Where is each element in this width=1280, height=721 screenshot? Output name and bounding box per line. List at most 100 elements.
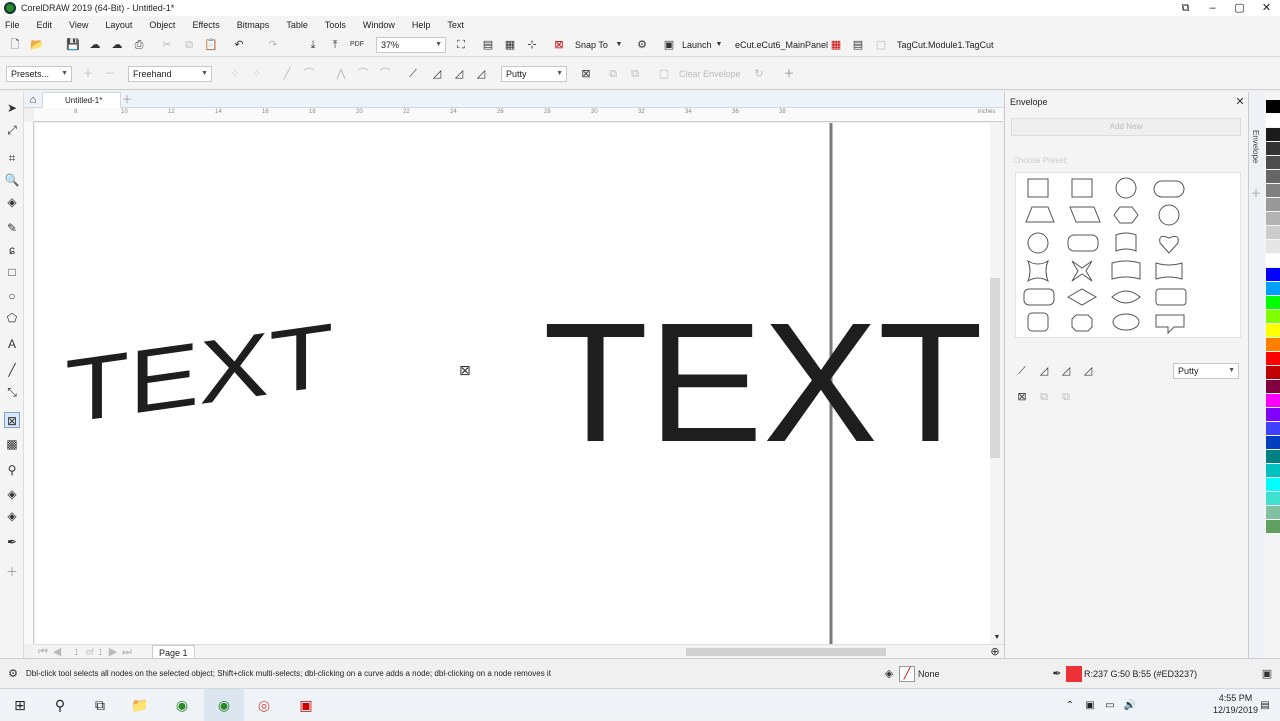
- remove-preset-icon[interactable]: －: [103, 67, 117, 81]
- volume-icon[interactable]: 🔊: [1120, 689, 1140, 721]
- paste-icon[interactable]: 📋: [204, 38, 218, 52]
- tagcut-button[interactable]: TagCut.Module1.TagCut: [897, 38, 994, 52]
- show-grid-icon[interactable]: ▦: [503, 38, 517, 52]
- chevron-down-icon[interactable]: ▼: [712, 38, 726, 52]
- chevron-down-icon[interactable]: ▼: [612, 38, 626, 52]
- docker-unconstrained-icon[interactable]: ◿: [1081, 364, 1095, 378]
- horizontal-ruler[interactable]: 8 10 12 14 16 18 20 22 24 26 28 30 32 34…: [34, 108, 1003, 122]
- color-swatch[interactable]: [1266, 184, 1280, 197]
- import-icon[interactable]: ⤓: [306, 38, 320, 52]
- envelope-single-arc-icon[interactable]: ◿: [430, 67, 444, 81]
- rectangle-tool-icon[interactable]: □: [4, 264, 20, 280]
- docker-copy-icon[interactable]: ⧉: [1037, 390, 1051, 404]
- clear-envelope-label[interactable]: Clear Envelope: [679, 67, 741, 81]
- delete-nodes-icon[interactable]: ⁘: [250, 67, 264, 81]
- settings-gear-icon[interactable]: ⚙: [6, 667, 20, 681]
- interactive-fill-icon[interactable]: ◈: [4, 486, 20, 502]
- color-proof-icon[interactable]: ▣: [1260, 667, 1274, 681]
- color-swatch[interactable]: [1266, 212, 1280, 225]
- tray-app-icon[interactable]: ▣: [1080, 689, 1100, 721]
- smooth-node-icon[interactable]: ⌒: [356, 67, 370, 81]
- search-icon[interactable]: ⚲: [40, 689, 80, 721]
- docker-double-arc-icon[interactable]: ◿: [1059, 364, 1073, 378]
- last-page-icon[interactable]: ⏭: [120, 645, 134, 659]
- artistic-media-icon[interactable]: ɕ: [4, 242, 20, 258]
- presets-combo[interactable]: Presets... ▼: [6, 66, 72, 82]
- print-icon[interactable]: ⎙: [132, 38, 146, 52]
- color-swatch[interactable]: [1266, 408, 1280, 421]
- first-page-icon[interactable]: ⏮: [36, 645, 50, 659]
- no-fill-swatch[interactable]: ╱: [899, 666, 915, 682]
- copy-envelope-icon[interactable]: ⧉: [606, 67, 620, 81]
- cut-icon[interactable]: ✂: [160, 38, 174, 52]
- publish-pdf-icon[interactable]: PDF: [350, 38, 364, 52]
- next-page-icon[interactable]: ▶: [106, 645, 120, 659]
- color-swatch[interactable]: [1266, 352, 1280, 365]
- polygon-tool-icon[interactable]: ⬠: [4, 310, 20, 326]
- envelope-straight-line-icon[interactable]: ⟋: [406, 67, 420, 81]
- close-docker-icon[interactable]: ✕: [1233, 95, 1247, 109]
- color-swatch[interactable]: [1266, 520, 1280, 533]
- color-swatch[interactable]: [1266, 310, 1280, 323]
- app-taskbar-icon[interactable]: ▣: [286, 689, 326, 721]
- menu-file[interactable]: File: [5, 20, 20, 30]
- open-icon[interactable]: 📂: [30, 38, 44, 52]
- symmetrical-node-icon[interactable]: ⌒: [378, 67, 392, 81]
- menu-help[interactable]: Help: [412, 20, 431, 30]
- color-swatch[interactable]: [1266, 394, 1280, 407]
- color-swatch[interactable]: [1266, 128, 1280, 141]
- menu-effects[interactable]: Effects: [192, 20, 219, 30]
- color-swatch[interactable]: [1266, 324, 1280, 337]
- refresh-icon[interactable]: ↻: [752, 67, 766, 81]
- add-docker-icon[interactable]: ＋: [1249, 187, 1263, 201]
- docker-create-from-icon[interactable]: ⧉: [1059, 390, 1073, 404]
- zoom-level-combo[interactable]: 37% ▼: [376, 37, 446, 53]
- docker-mapping-mode-combo[interactable]: Putty ▼: [1173, 363, 1239, 379]
- color-swatch[interactable]: [1266, 450, 1280, 463]
- cusp-node-icon[interactable]: ⋀: [334, 67, 348, 81]
- options-gear-icon[interactable]: ⚙: [635, 38, 649, 52]
- file-explorer-icon[interactable]: 📁: [120, 689, 160, 721]
- menu-view[interactable]: View: [69, 20, 88, 30]
- fill-tool-icon[interactable]: ◈: [4, 194, 20, 210]
- color-swatch[interactable]: [1266, 464, 1280, 477]
- color-swatch[interactable]: [1266, 170, 1280, 183]
- welcome-home-icon[interactable]: ⌂: [26, 93, 40, 107]
- cloud-upload-icon[interactable]: ☁: [88, 38, 102, 52]
- save-icon[interactable]: 💾: [66, 38, 80, 52]
- tray-chevron-icon[interactable]: ⌃: [1060, 689, 1080, 721]
- menu-text[interactable]: Text: [447, 20, 464, 30]
- windows-start-icon[interactable]: ⊞: [0, 689, 40, 721]
- preset-shapes[interactable]: [1016, 173, 1240, 337]
- restore-icon[interactable]: ⧉: [1172, 0, 1199, 16]
- macro-icon[interactable]: ▢: [874, 38, 888, 52]
- color-swatch[interactable]: [1266, 422, 1280, 435]
- vertical-scroll-thumb[interactable]: [990, 278, 1000, 458]
- launch-icon[interactable]: ▣: [662, 38, 676, 52]
- dimension-tool-icon[interactable]: ⤡: [4, 384, 20, 400]
- color-swatch[interactable]: [1266, 282, 1280, 295]
- keep-lines-icon[interactable]: ⊠: [579, 67, 593, 81]
- notifications-icon[interactable]: ▤: [1250, 689, 1280, 721]
- coreldraw-active-taskbar-icon[interactable]: ◉: [204, 689, 244, 721]
- vertical-scrollbar[interactable]: ▼: [990, 123, 1002, 644]
- drawing-canvas[interactable]: TEXT TEXT ⊠: [35, 123, 990, 644]
- undo-icon[interactable]: ↶: [232, 38, 246, 52]
- color-swatch[interactable]: [1266, 506, 1280, 519]
- ecut-icon[interactable]: ▦: [829, 38, 843, 52]
- full-screen-icon[interactable]: ⛶: [454, 38, 468, 52]
- docker-single-arc-icon[interactable]: ◿: [1037, 364, 1051, 378]
- docker-straight-line-icon[interactable]: ⟋: [1015, 364, 1029, 378]
- color-swatch[interactable]: [1266, 268, 1280, 281]
- menu-edit[interactable]: Edit: [37, 20, 53, 30]
- color-swatch[interactable]: [1266, 338, 1280, 351]
- selection-mode-combo[interactable]: Freehand ▼: [128, 66, 212, 82]
- color-swatch[interactable]: [1266, 198, 1280, 211]
- coreldraw-taskbar-icon[interactable]: ◉: [162, 689, 202, 721]
- export-icon[interactable]: ⤒: [328, 38, 342, 52]
- menu-layout[interactable]: Layout: [105, 20, 132, 30]
- prev-page-icon[interactable]: ◀: [50, 645, 64, 659]
- add-new-button[interactable]: Add New: [1011, 118, 1241, 136]
- color-swatch[interactable]: [1266, 226, 1280, 239]
- minimize-button[interactable]: –: [1199, 0, 1226, 16]
